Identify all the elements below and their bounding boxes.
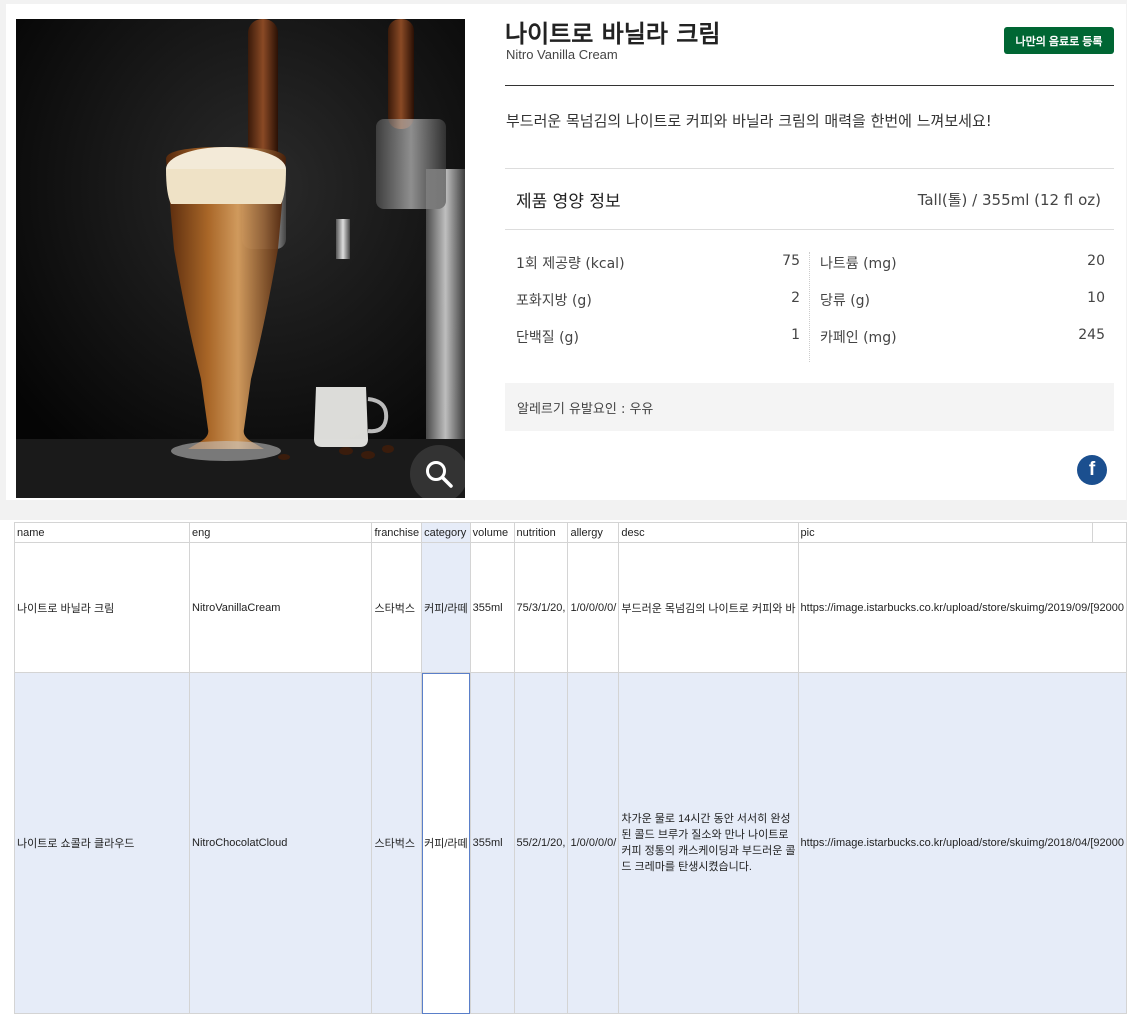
spreadsheet: name eng franchise category volume nutri… [0, 520, 1127, 1016]
search-icon [426, 461, 453, 488]
product-description: 부드러운 목넘김의 나이트로 커피와 바닐라 크림의 매력을 한번에 느껴보세요… [506, 112, 992, 130]
product-detail-card: 나이트로 바닐라 크림 Nitro Vanilla Cream 나만의 음료로 … [0, 0, 1127, 506]
nutrition-title: 제품 영양 정보 [516, 192, 621, 212]
cell-nutrition[interactable]: 55/2/1/20, [513, 672, 569, 1014]
cell-nutrition[interactable]: 75/3/1/20, [513, 542, 569, 673]
nutrition-value: 2 [791, 290, 800, 306]
nutrition-value: 245 [1078, 327, 1105, 343]
product-subtitle: Nitro Vanilla Cream [506, 47, 618, 62]
column-header[interactable]: category [421, 522, 471, 543]
cell-eng[interactable]: NitroChocolatCloud [188, 672, 373, 1014]
table-row: 나이트로 쇼콜라 클라우드 NitroChocolatCloud 스타벅스 커피… [14, 672, 1127, 1014]
allergy-box: 알레르기 유발요인 : 우유 [505, 383, 1114, 431]
cell-allergy[interactable]: 1/0/0/0/0/ [567, 542, 620, 673]
cell-desc[interactable]: 부드러운 목넘김의 나이트로 커피와 바 [618, 542, 799, 673]
product-photo[interactable] [16, 19, 465, 498]
nutrition-value: 75 [782, 253, 800, 269]
nutrition-top-divider [505, 168, 1114, 169]
title-divider [505, 85, 1114, 86]
nutrition-value: 1 [791, 327, 800, 343]
nutrition-label: 포화지방 (g) [516, 293, 592, 309]
table-row: 나이트로 바닐라 크림 NitroVanillaCream 스타벅스 커피/라떼… [14, 542, 1127, 673]
nutrition-label: 카페인 (mg) [820, 330, 897, 346]
nutrition-label: 당류 (g) [820, 293, 871, 309]
column-header[interactable]: desc [618, 522, 799, 543]
nutrition-column-divider [809, 252, 810, 362]
column-header[interactable]: nutrition [513, 522, 569, 543]
column-header[interactable]: pic [797, 522, 1094, 543]
cell-volume[interactable]: 355ml [469, 672, 515, 1014]
cell-franchise[interactable]: 스타벅스 [371, 672, 423, 1014]
allergy-text: 알레르기 유발요인 : 우유 [517, 402, 654, 417]
product-title: 나이트로 바닐라 크림 [505, 20, 721, 48]
cell-name[interactable]: 나이트로 바닐라 크림 [14, 542, 190, 673]
nutrition-header-divider [505, 229, 1114, 230]
cell-volume[interactable]: 355ml [469, 542, 515, 673]
register-favorite-button[interactable]: 나만의 음료로 등록 [1004, 27, 1114, 54]
cell-category-active[interactable]: 커피/라떼 [421, 672, 471, 1014]
header-row: name eng franchise category volume nutri… [14, 522, 1127, 543]
empty-cell[interactable] [1092, 522, 1127, 543]
zoom-button[interactable] [410, 445, 465, 498]
column-header[interactable]: allergy [567, 522, 620, 543]
facebook-icon[interactable]: f [1077, 455, 1107, 485]
cell-desc[interactable]: 차가운 물로 14시간 동안 서서히 완성된 콜드 브루가 질소와 만나 나이트… [618, 672, 799, 1014]
cell-eng[interactable]: NitroVanillaCream [188, 542, 373, 673]
nutrition-value: 10 [1087, 290, 1105, 306]
nutrition-label: 1회 제공량 (kcal) [516, 256, 625, 272]
nutrition-size: Tall(톨) / 355ml (12 fl oz) [917, 191, 1101, 209]
nutrition-label: 단백질 (g) [516, 330, 579, 346]
column-header[interactable]: volume [469, 522, 515, 543]
nutrition-value: 20 [1087, 253, 1105, 269]
column-header[interactable]: name [14, 522, 190, 543]
cell-pic[interactable]: https://image.istarbucks.co.kr/upload/st… [797, 542, 1127, 673]
data-table: name eng franchise category volume nutri… [14, 522, 1127, 1014]
nutrition-label: 나트륨 (mg) [820, 256, 897, 272]
product-photo-illustration [16, 19, 465, 498]
cell-franchise[interactable]: 스타벅스 [371, 542, 423, 673]
cell-name[interactable]: 나이트로 쇼콜라 클라우드 [14, 672, 190, 1014]
cell-pic[interactable]: https://image.istarbucks.co.kr/upload/st… [797, 672, 1127, 1014]
column-header[interactable]: franchise [371, 522, 423, 543]
cell-allergy[interactable]: 1/0/0/0/0/ [567, 672, 620, 1014]
column-header[interactable]: eng [188, 522, 373, 543]
cell-category[interactable]: 커피/라떼 [421, 542, 471, 673]
